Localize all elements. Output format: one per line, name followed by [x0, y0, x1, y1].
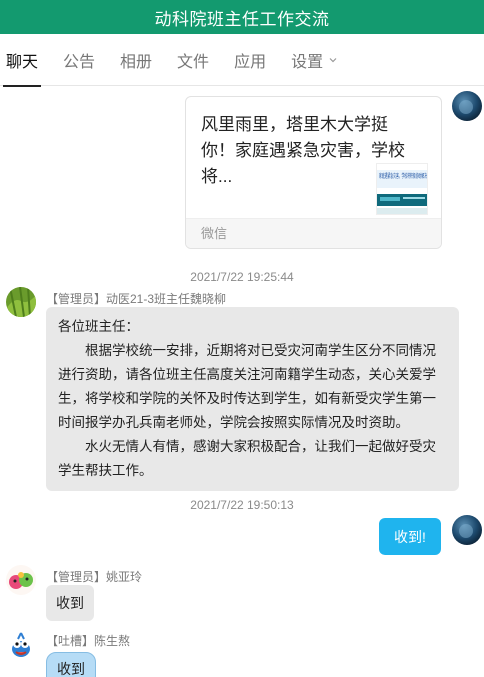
message-bubble[interactable]: 收到 — [46, 652, 96, 677]
tab-label: 聊天 — [6, 53, 39, 71]
message-paragraph: 根据学校统一安排，近期将对已受灾河南学生区分不同情况进行资助，请各位班主任高度关… — [58, 343, 436, 430]
message-text: 收到 — [56, 595, 84, 611]
message-bubble-self[interactable]: 收到! — [379, 518, 441, 555]
tab-label: 文件 — [177, 53, 210, 71]
avatar[interactable] — [452, 91, 482, 121]
avatar[interactable] — [6, 631, 36, 661]
message-bubble[interactable]: 收到 — [46, 585, 94, 621]
tab-label: 公告 — [63, 53, 96, 71]
sender-name: 【管理员】姚亚玲 — [46, 570, 143, 584]
card-source: 微信 — [186, 218, 441, 248]
avatar[interactable] — [6, 565, 36, 595]
thumbnail-caption: 家庭遇紧急灾害，学校将积极协助解决 — [379, 172, 427, 180]
tab-label: 应用 — [234, 53, 267, 71]
chevron-down-icon — [329, 57, 337, 62]
timestamp: 2021/7/22 19:25:44 — [190, 270, 294, 284]
message-paragraph: 水火无情人有情，感谢大家积极配合，让我们一起做好受灾学生帮扶工作。 — [58, 439, 436, 478]
message-text: 收到 — [57, 661, 85, 677]
tab-label: 设置 — [291, 53, 324, 71]
tab-bar: 聊天 公告 相册 文件 应用 设置 — [0, 34, 484, 87]
sender-name: 【管理员】动医21-3班主任魏晓柳 — [46, 292, 227, 306]
tab-label: 相册 — [120, 53, 153, 71]
tab-album[interactable]: 相册 — [120, 34, 152, 86]
window-title: 动科院班主任工作交流 — [0, 0, 484, 34]
shared-article-card[interactable]: 风里雨里，塔里木大学挺你！家庭遇紧急灾害，学校将... 家庭遇紧急灾害，学校将积… — [185, 96, 442, 249]
tab-settings[interactable]: 设置 — [291, 34, 337, 86]
sender-name: 【吐槽】陈生熬 — [46, 634, 131, 648]
avatar[interactable] — [452, 515, 482, 545]
tab-files[interactable]: 文件 — [177, 34, 209, 86]
chat-area[interactable]: 风里雨里，塔里木大学挺你！家庭遇紧急灾害，学校将... 家庭遇紧急灾害，学校将积… — [0, 87, 484, 677]
tab-chat[interactable]: 聊天 — [2, 34, 42, 87]
card-thumbnail: 家庭遇紧急灾害，学校将积极协助解决 — [376, 163, 428, 215]
tab-apps[interactable]: 应用 — [234, 34, 266, 86]
timestamp: 2021/7/22 19:50:13 — [190, 498, 294, 512]
message-line: 各位班主任： — [58, 319, 139, 334]
message-bubble[interactable]: 各位班主任： 根据学校统一安排，近期将对已受灾河南学生区分不同情况进行资助，请各… — [46, 307, 459, 491]
tab-announcement[interactable]: 公告 — [63, 34, 95, 86]
avatar[interactable] — [6, 287, 36, 317]
message-text: 收到! — [394, 528, 426, 545]
